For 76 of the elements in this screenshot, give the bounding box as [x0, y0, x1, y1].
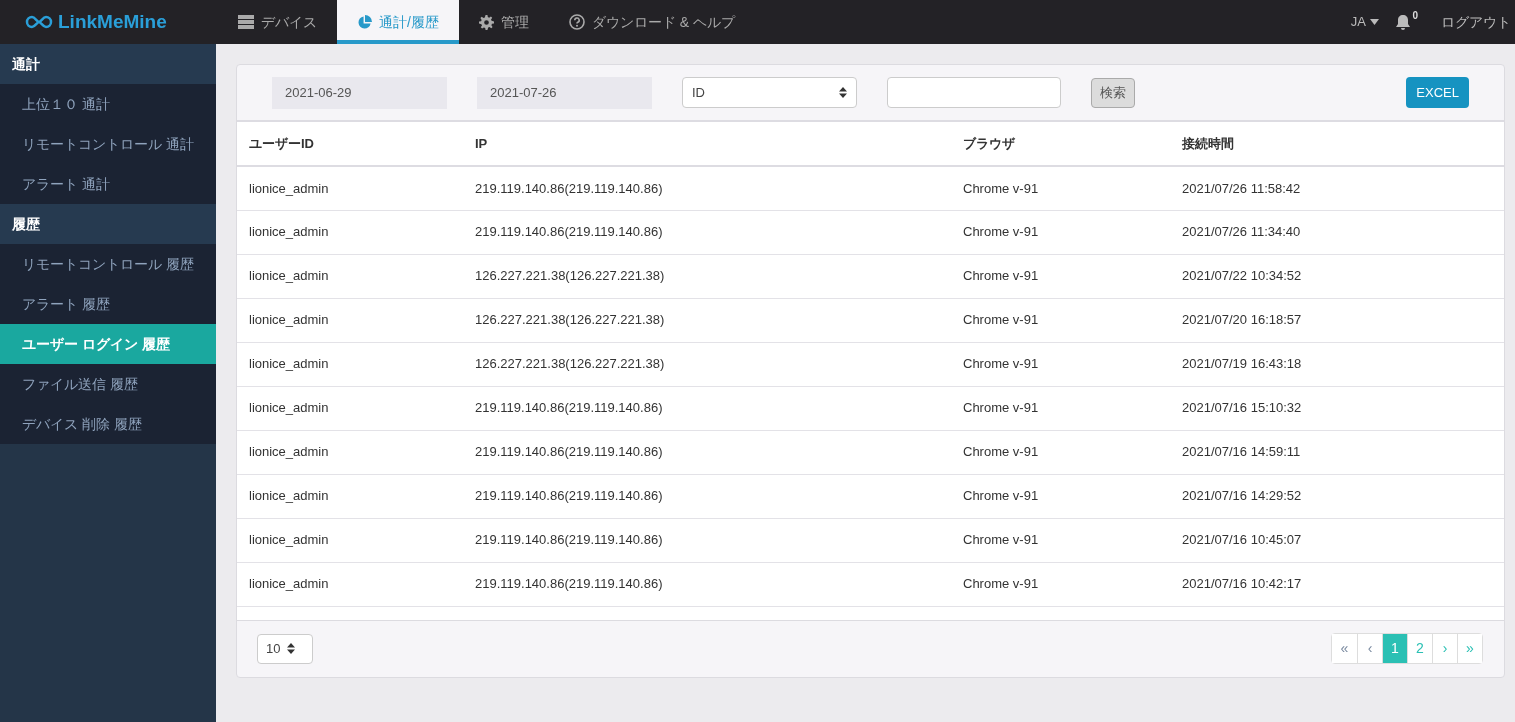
table-cell: lionice_admin [237, 166, 463, 210]
table-cell: 126.227.221.38(126.227.221.38) [463, 342, 951, 386]
brand-logo[interactable]: LinkMeMine [58, 7, 167, 37]
search-field-dropdown[interactable]: ID [682, 77, 857, 108]
table-cell: 2021/07/20 16:18:57 [1170, 298, 1504, 342]
table-cell: 2021/07/26 11:58:42 [1170, 166, 1504, 210]
table-cell: lionice_admin [237, 210, 463, 254]
table-cell: Chrome v-91 [951, 254, 1170, 298]
table-cell: 219.119.140.86(219.119.140.86) [463, 210, 951, 254]
table-cell: 2021/07/22 10:34:52 [1170, 254, 1504, 298]
language-dropdown[interactable]: JA [1350, 12, 1379, 32]
sort-arrows-icon [287, 643, 296, 654]
table-cell: 2021/07/19 16:43:18 [1170, 342, 1504, 386]
table-cell: 2021/07/16 15:10:32 [1170, 386, 1504, 430]
sidebar-section-header: 通計 [0, 44, 216, 84]
search-button[interactable]: 検索 [1091, 77, 1135, 108]
notification-count: 0 [1412, 9, 1418, 23]
sidebar-item[interactable]: 上位１０ 通計 [0, 84, 216, 124]
table-cell: lionice_admin [237, 518, 463, 562]
end-date-field[interactable]: 2021-07-26 [477, 76, 652, 109]
table-cell: lionice_admin [237, 386, 463, 430]
nav-tab[interactable]: デバイス [218, 0, 337, 44]
table-cell: 219.119.140.86(219.119.140.86) [463, 430, 951, 474]
sort-arrows-icon [839, 87, 847, 98]
table-cell: Chrome v-91 [951, 210, 1170, 254]
table-cell: lionice_admin [237, 474, 463, 518]
sidebar-item[interactable]: デバイス 削除 履歴 [0, 404, 216, 444]
table-cell: 2021/07/16 10:45:07 [1170, 518, 1504, 562]
table-cell: 219.119.140.86(219.119.140.86) [463, 386, 951, 430]
column-header: ブラウザ [951, 122, 1170, 166]
nav-tab[interactable]: ダウンロード & ヘルプ [548, 0, 755, 44]
help-icon [568, 14, 585, 30]
sidebar-item[interactable]: リモートコントロール 履歴 [0, 244, 216, 284]
infinity-logo-icon [24, 14, 54, 30]
table-cell: Chrome v-91 [951, 474, 1170, 518]
excel-button[interactable]: EXCEL [1406, 77, 1469, 108]
table-cell: lionice_admin [237, 298, 463, 342]
page-size-dropdown[interactable]: 10 [257, 633, 313, 664]
table-cell: Chrome v-91 [951, 430, 1170, 474]
table-cell: 219.119.140.86(219.119.140.86) [463, 518, 951, 562]
table-cell: 219.119.140.86(219.119.140.86) [463, 166, 951, 210]
column-header: 接続時間 [1170, 122, 1504, 166]
pie-chart-icon [357, 14, 372, 30]
sidebar-item[interactable]: リモートコントロール 通計 [0, 124, 216, 164]
table-cell: lionice_admin [237, 342, 463, 386]
start-date-field[interactable]: 2021-06-29 [272, 76, 447, 109]
table-cell: Chrome v-91 [951, 518, 1170, 562]
server-icon [238, 15, 254, 29]
search-input[interactable] [887, 77, 1061, 108]
table-cell: Chrome v-91 [951, 298, 1170, 342]
table-cell: 2021/07/16 14:29:52 [1170, 474, 1504, 518]
table-cell: 2021/07/16 10:42:17 [1170, 562, 1504, 606]
sidebar-section-header: 履歴 [0, 204, 216, 244]
table-cell: Chrome v-91 [951, 166, 1170, 210]
caret-icon [1370, 19, 1379, 25]
sidebar-item[interactable]: ファイル送信 履歴 [0, 364, 216, 404]
table-cell: 2021/07/26 11:34:40 [1170, 210, 1504, 254]
table-cell: 2021/07/16 14:59:11 [1170, 430, 1504, 474]
table-cell: 219.119.140.86(219.119.140.86) [463, 562, 951, 606]
sidebar-item[interactable]: アラート 通計 [0, 164, 216, 204]
sidebar-item[interactable]: アラート 履歴 [0, 284, 216, 324]
table-cell: Chrome v-91 [951, 386, 1170, 430]
logout-link[interactable]: ログアウト [1441, 11, 1511, 33]
column-header: IP [463, 122, 951, 166]
table-cell: Chrome v-91 [951, 342, 1170, 386]
table-cell: Chrome v-91 [951, 562, 1170, 606]
table-cell: lionice_admin [237, 430, 463, 474]
table-cell: lionice_admin [237, 254, 463, 298]
table-cell: 219.119.140.86(219.119.140.86) [463, 474, 951, 518]
column-header: ユーザーID [237, 122, 463, 166]
settings-icon [478, 14, 494, 30]
table-cell: 126.227.221.38(126.227.221.38) [463, 254, 951, 298]
nav-tab[interactable]: 管理 [458, 0, 549, 44]
table-cell: lionice_admin [237, 562, 463, 606]
bell-icon [1395, 14, 1411, 30]
table-cell: 126.227.221.38(126.227.221.38) [463, 298, 951, 342]
